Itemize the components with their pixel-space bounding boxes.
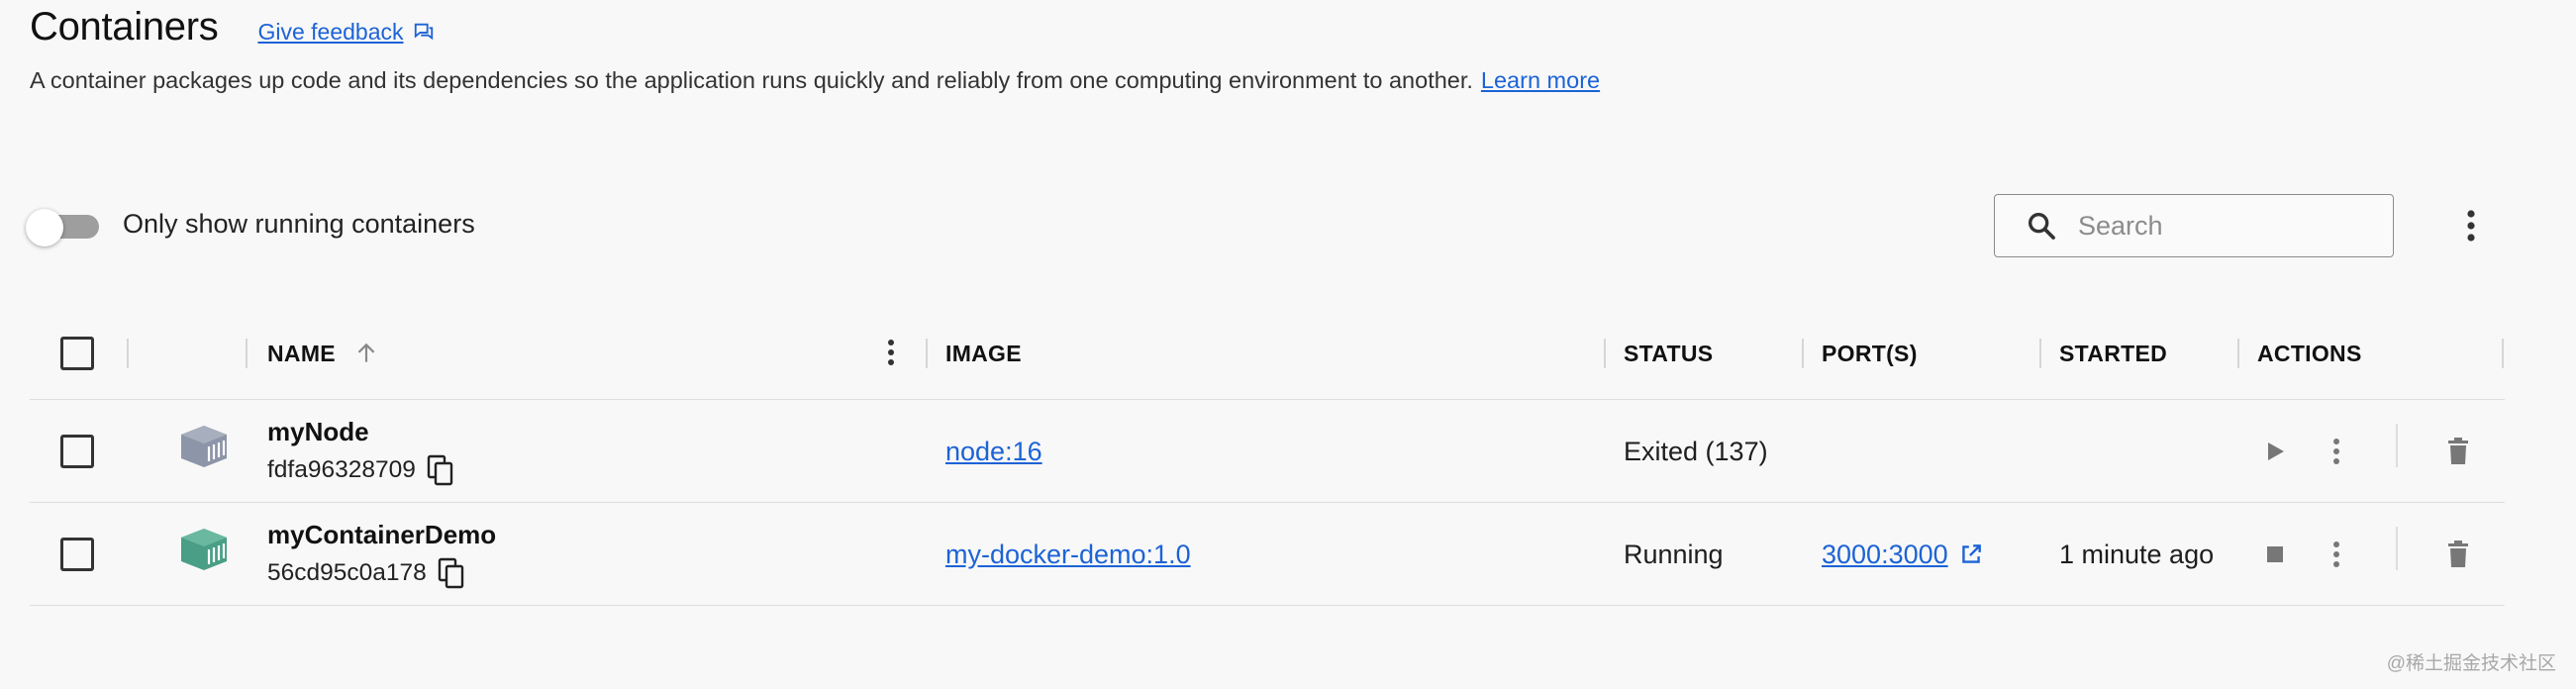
column-separator[interactable] [1604, 339, 1606, 368]
column-separator[interactable] [127, 339, 129, 368]
learn-more-link[interactable]: Learn more [1481, 67, 1600, 93]
column-separator[interactable] [2502, 339, 2504, 368]
column-name-label: NAME [267, 340, 336, 366]
toolbar: Only show running containers [26, 194, 2491, 257]
row-more-icon[interactable] [2319, 537, 2354, 572]
search-input[interactable] [2078, 210, 2375, 242]
column-header-status[interactable]: STATUS [1624, 307, 1713, 400]
select-all-checkbox[interactable] [60, 337, 94, 370]
sort-ascending-icon[interactable] [353, 341, 379, 366]
column-header-actions: ACTIONS [2257, 307, 2362, 400]
containers-table: NAME IMAGE STATUS PORT(S) STARTED ACTION… [30, 307, 2505, 606]
container-name[interactable]: myContainerDemo [267, 520, 496, 550]
column-header-image[interactable]: IMAGE [945, 307, 1022, 400]
column-header-started[interactable]: STARTED [2059, 307, 2167, 400]
column-separator[interactable] [1802, 339, 1804, 368]
container-name[interactable]: myNode [267, 417, 369, 447]
status-text: Running [1624, 539, 1724, 569]
action-divider [2396, 527, 2398, 570]
watermark: @稀土掘金技术社区 [2386, 653, 2556, 674]
copy-icon[interactable] [437, 556, 466, 590]
open-external-icon[interactable] [1958, 541, 1984, 567]
status-text: Exited (137) [1624, 436, 1768, 466]
container-name-cell: myNode fdfa96328709 [267, 412, 455, 491]
column-separator[interactable] [926, 339, 928, 368]
more-options-icon[interactable] [2453, 208, 2489, 244]
port-link[interactable]: 3000:3000 [1822, 540, 1948, 570]
page-description: A container packages up code and its dep… [30, 67, 1600, 94]
column-separator[interactable] [2237, 339, 2239, 368]
column-image-label: IMAGE [945, 340, 1022, 366]
image-link[interactable]: node:16 [945, 437, 1042, 467]
container-stopped-icon [178, 424, 230, 469]
container-id-wrap: fdfa96328709 [267, 453, 455, 487]
container-id-wrap: 56cd95c0a178 [267, 556, 466, 590]
start-icon[interactable] [2257, 434, 2293, 469]
started-text: 1 minute ago [2059, 539, 2215, 569]
port-link-wrap: 3000:3000 [1822, 503, 1984, 606]
description-text: A container packages up code and its dep… [30, 67, 1473, 93]
column-started-label: STARTED [2059, 340, 2168, 366]
column-header-ports[interactable]: PORT(S) [1822, 307, 1918, 400]
give-feedback-link[interactable]: Give feedback [257, 19, 435, 46]
action-divider [2396, 424, 2398, 467]
column-header-name[interactable]: NAME [267, 307, 379, 400]
image-link[interactable]: my-docker-demo:1.0 [945, 540, 1191, 570]
container-id: fdfa96328709 [267, 455, 416, 483]
table-header: NAME IMAGE STATUS PORT(S) STARTED ACTION… [30, 307, 2505, 400]
row-more-icon[interactable] [2319, 434, 2354, 469]
give-feedback-label: Give feedback [257, 18, 404, 45]
copy-icon[interactable] [426, 453, 455, 487]
column-actions-label: ACTIONS [2257, 340, 2362, 366]
search-box[interactable] [1994, 194, 2394, 257]
row-select-checkbox[interactable] [60, 538, 94, 571]
row-select-checkbox[interactable] [60, 435, 94, 468]
container-name-cell: myContainerDemo 56cd95c0a178 [267, 515, 496, 594]
page-title: Containers [30, 4, 219, 49]
column-separator[interactable] [246, 339, 248, 368]
container-id: 56cd95c0a178 [267, 558, 427, 586]
stop-icon[interactable] [2257, 537, 2293, 572]
search-icon [2028, 212, 2055, 240]
column-ports-label: PORT(S) [1822, 340, 1918, 366]
running-only-label: Only show running containers [123, 209, 475, 239]
column-separator[interactable] [2039, 339, 2041, 368]
running-only-toggle[interactable] [26, 209, 100, 246]
delete-icon[interactable] [2440, 537, 2476, 572]
toggle-thumb [26, 209, 63, 246]
container-running-icon [178, 527, 230, 572]
table-row[interactable]: myContainerDemo 56cd95c0a178 my-docker-d… [30, 503, 2505, 606]
table-row[interactable]: myNode fdfa96328709 node:16 Exited (137) [30, 400, 2505, 503]
column-status-label: STATUS [1624, 340, 1714, 366]
delete-icon[interactable] [2440, 434, 2476, 469]
page-header: Containers Give feedback [30, 0, 435, 53]
column-menu-icon[interactable] [887, 338, 895, 367]
feedback-icon [415, 23, 434, 41]
